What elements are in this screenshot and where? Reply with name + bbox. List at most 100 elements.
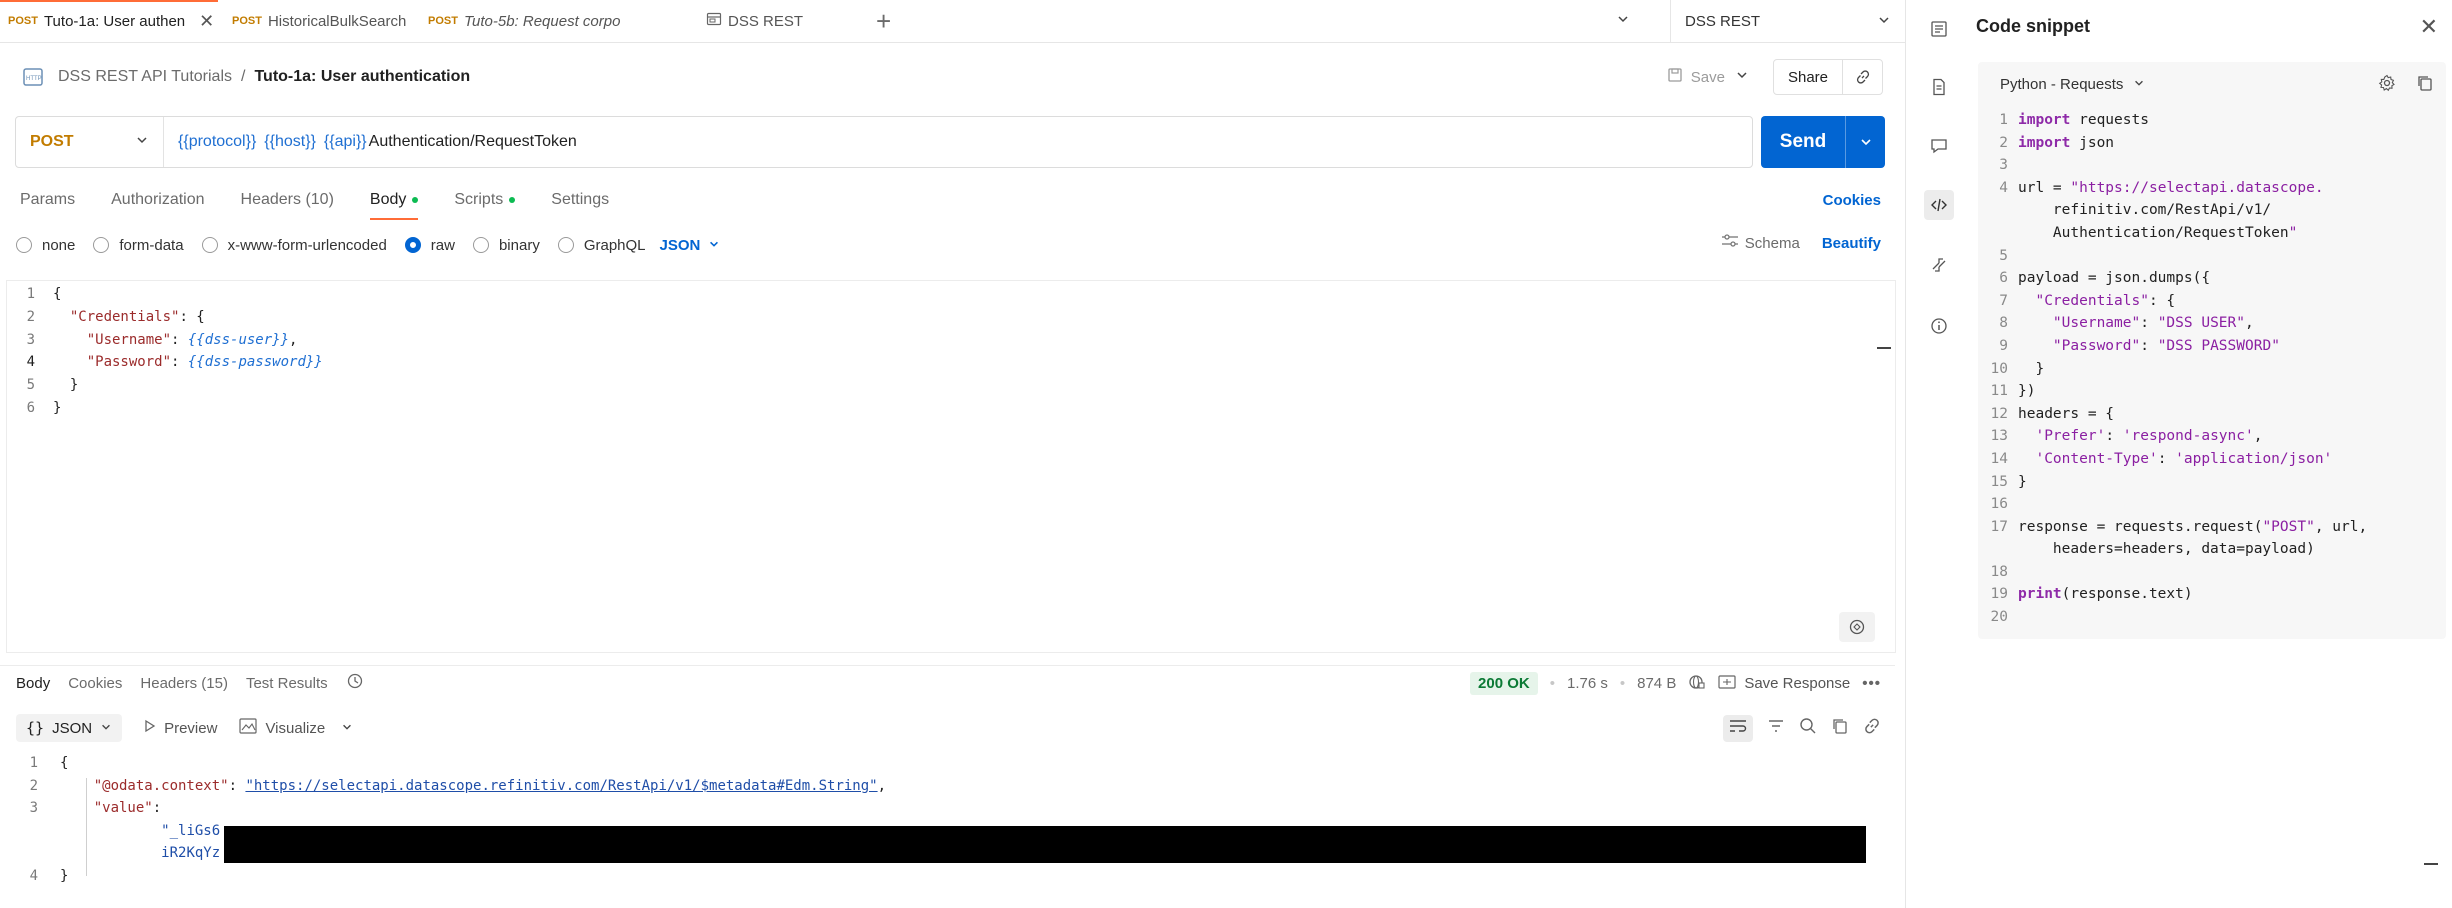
- line-number: 3: [29, 800, 38, 817]
- code-icon[interactable]: [1924, 190, 1954, 220]
- status-dot: [412, 197, 419, 203]
- environment-area: DSS REST: [1616, 0, 1905, 43]
- close-icon[interactable]: ✕: [2420, 14, 2438, 40]
- share-button[interactable]: Share: [1774, 69, 1842, 86]
- save-button[interactable]: Save: [1667, 67, 1725, 87]
- tab-headers[interactable]: Headers (10): [241, 180, 334, 220]
- radio-graphql[interactable]: GraphQL: [557, 237, 646, 254]
- link-icon[interactable]: [1842, 59, 1882, 95]
- tab-method: POST: [428, 15, 458, 27]
- tab-response-body[interactable]: Body: [16, 675, 50, 692]
- tab-title: Tuto-1a: User authen: [43, 12, 186, 30]
- page-title[interactable]: Tuto-1a: User authentication: [254, 68, 470, 86]
- response-tabs: Body Cookies Headers (15) Test Results 2…: [0, 665, 1895, 701]
- gear-icon[interactable]: [2378, 74, 2396, 97]
- chevron-down-icon[interactable]: [341, 720, 353, 737]
- tab-scripts[interactable]: Scripts: [454, 180, 516, 220]
- tab-tuto-5b[interactable]: POST Tuto-5b: Request corpo: [420, 0, 690, 43]
- status-dot: [509, 197, 516, 203]
- tab-response-cookies[interactable]: Cookies: [68, 675, 122, 692]
- copy-icon[interactable]: [1831, 717, 1849, 740]
- breadcrumb-collection[interactable]: DSS REST API Tutorials: [58, 68, 232, 86]
- close-icon[interactable]: ✕: [199, 11, 214, 32]
- schema-icon: [1721, 233, 1739, 253]
- status-badge[interactable]: 200 OK: [1470, 672, 1538, 695]
- save-response-button[interactable]: Save Response: [1718, 674, 1850, 693]
- scrollbar[interactable]: [1877, 347, 1891, 349]
- line-number: 17: [1990, 518, 2008, 535]
- tab-historical-bulk-search[interactable]: POST HistoricalBulkSearch: [218, 0, 420, 43]
- radio-raw[interactable]: raw: [404, 237, 455, 254]
- comments-icon[interactable]: [1924, 131, 1954, 161]
- radio-none[interactable]: none: [16, 237, 75, 254]
- snippet-line: 19 print(response.text): [1978, 583, 2367, 606]
- snippet-line: 12 headers = {: [1978, 403, 2367, 426]
- method-select[interactable]: POST: [16, 117, 164, 167]
- visualize-button[interactable]: Visualize: [239, 718, 353, 738]
- document-icon[interactable]: [1924, 72, 1954, 102]
- radio-urlencoded[interactable]: x-www-form-urlencoded: [201, 236, 387, 254]
- ai-assist-icon[interactable]: [1839, 612, 1875, 642]
- filter-icon[interactable]: [1767, 718, 1785, 739]
- send-button-group: Send: [1761, 116, 1885, 168]
- tab-authorization[interactable]: Authorization: [111, 180, 204, 220]
- code-text: }: [60, 867, 69, 884]
- more-icon[interactable]: •••: [1862, 675, 1881, 692]
- url-var-protocol: {{protocol}}: [178, 133, 257, 150]
- tab-method: POST: [8, 15, 38, 27]
- tab-settings[interactable]: Settings: [551, 180, 609, 220]
- image-icon: [239, 718, 258, 738]
- tab-params[interactable]: Params: [20, 180, 75, 220]
- network-icon[interactable]: [1688, 673, 1706, 695]
- response-size[interactable]: 874 B: [1637, 675, 1676, 692]
- radio-form-data[interactable]: form-data: [93, 237, 184, 254]
- tab-dss-rest[interactable]: DSS REST: [690, 0, 850, 43]
- beautify-button[interactable]: Beautify: [1822, 235, 1881, 252]
- tab-response-headers[interactable]: Headers (15): [140, 675, 228, 692]
- response-format-select[interactable]: {} JSON: [16, 714, 123, 742]
- snippet-text: refinitiv.com/RestApi/v1/: [2018, 202, 2272, 219]
- chevron-down-icon[interactable]: [1616, 12, 1630, 31]
- api-docs-icon[interactable]: [1924, 14, 1954, 44]
- snippet-line: 6 payload = json.dumps({: [1978, 267, 2367, 290]
- chevron-down-icon: [100, 720, 112, 737]
- radio-label: x-www-form-urlencoded: [227, 236, 387, 254]
- save-icon: [1667, 67, 1683, 87]
- history-icon[interactable]: [346, 672, 364, 695]
- url-input[interactable]: {{protocol}} {{host}} {{api}} Authentica…: [164, 133, 577, 151]
- body-editor[interactable]: 1{ 2 "Credentials": { 3 "Username": {{ds…: [6, 280, 1896, 653]
- tab-body[interactable]: Body: [369, 180, 419, 220]
- schema-button[interactable]: Schema: [1721, 233, 1800, 253]
- info-icon[interactable]: [1924, 311, 1954, 341]
- collection-icon: [706, 11, 722, 31]
- chevron-down-icon[interactable]: [1735, 68, 1749, 87]
- cookies-link[interactable]: Cookies: [1823, 192, 1881, 209]
- link-icon[interactable]: [1863, 717, 1881, 740]
- response-body[interactable]: 1{ 2 "@odata.context": "https://selectap…: [6, 752, 1876, 902]
- body-format-select[interactable]: JSON: [660, 237, 721, 254]
- tab-tuto-1a[interactable]: POST Tuto-1a: User authen ✕: [0, 0, 218, 43]
- line-number: 19: [1990, 586, 2008, 603]
- copy-icon[interactable]: [2416, 74, 2434, 97]
- snippet-text: response = requests.request("POST", url,: [2018, 518, 2368, 535]
- search-icon[interactable]: [1799, 717, 1817, 740]
- preview-button[interactable]: Preview: [144, 719, 217, 737]
- environment-selector[interactable]: DSS REST: [1670, 0, 1905, 43]
- chevron-down-icon[interactable]: [1845, 116, 1885, 168]
- line-number: 1: [1999, 112, 2008, 128]
- snippet-code[interactable]: 1 import requests 2 import json 3 4 url = "htt…: [1978, 109, 2368, 629]
- tab-test-results[interactable]: Test Results: [246, 675, 328, 692]
- language-label: Python - Requests: [2000, 76, 2124, 93]
- send-button[interactable]: Send: [1761, 131, 1845, 153]
- json-link[interactable]: "https://selectapi.datascope.refinitiv.c…: [245, 778, 877, 794]
- language-select[interactable]: Python - Requests: [2000, 76, 2145, 93]
- related-collections-icon[interactable]: [1924, 250, 1954, 280]
- snippet-tools: [2378, 74, 2434, 97]
- url-path: Authentication/RequestToken: [368, 133, 577, 150]
- line-number: 16: [1990, 496, 2008, 513]
- radio-binary[interactable]: binary: [472, 237, 540, 254]
- wrap-lines-icon[interactable]: [1723, 715, 1753, 742]
- json-key: "value": [93, 800, 153, 817]
- response-time[interactable]: 1.76 s: [1567, 675, 1608, 692]
- new-tab-icon[interactable]: +: [876, 6, 891, 37]
